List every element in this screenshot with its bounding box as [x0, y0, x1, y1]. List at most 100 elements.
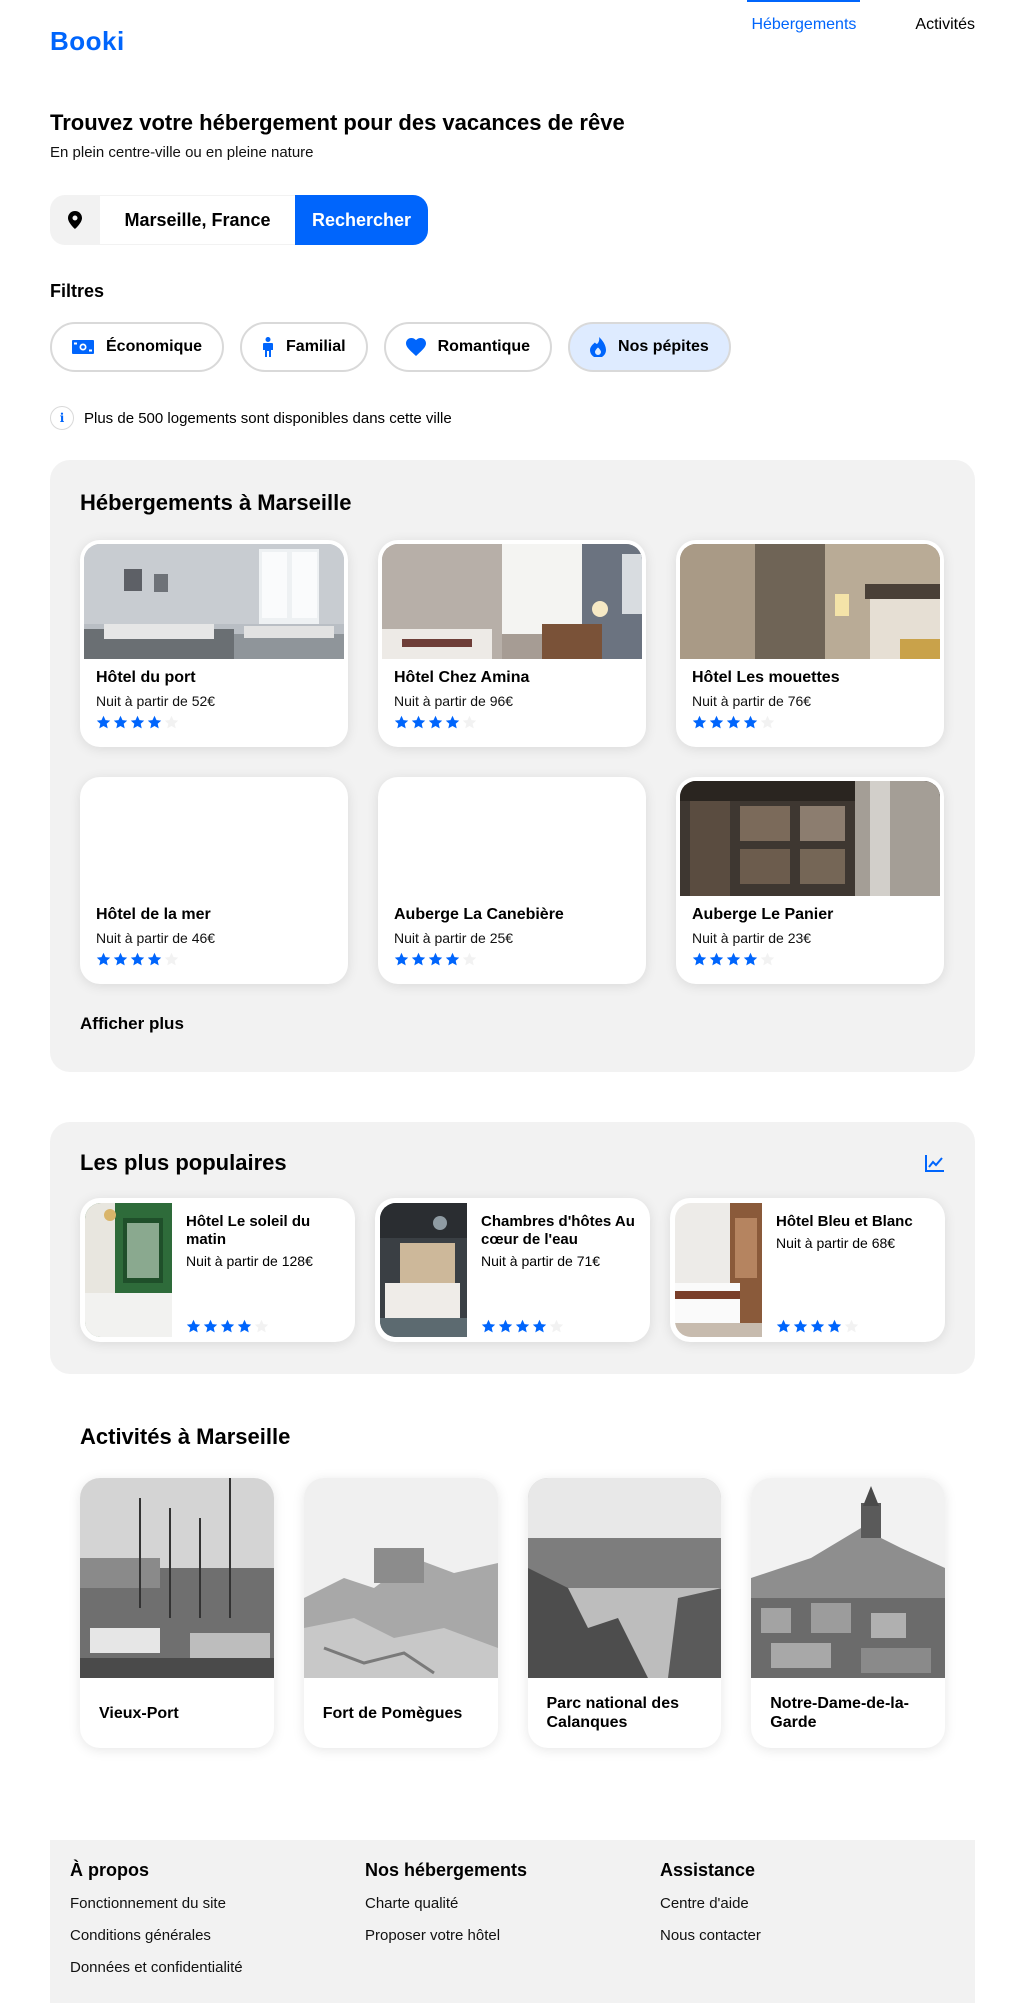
popular-card[interactable]: Hôtel Bleu et Blanc Nuit à partir de 68€	[670, 1198, 945, 1342]
filter-nos-pepites[interactable]: Nos pépites	[568, 322, 731, 372]
activities-section: Activités à Marseille Vieux-Port Fort de…	[50, 1424, 975, 1748]
star-filled-icon	[445, 715, 460, 729]
popular-card[interactable]: Hôtel Le soleil du matin Nuit à partir d…	[80, 1198, 355, 1342]
footer-column-a-propos: À propos Fonctionnement du site Conditio…	[70, 1860, 365, 1983]
rating-stars	[394, 952, 630, 967]
rating-stars	[96, 952, 332, 967]
star-filled-icon	[827, 1319, 842, 1333]
hotel-name: Hôtel Chez Amina	[394, 669, 530, 686]
star-empty-icon	[254, 1319, 269, 1333]
filter-label: Romantique	[437, 338, 531, 355]
footer-link[interactable]: Charte qualité	[365, 1895, 660, 1912]
main-nav: Hébergements Activités	[747, 0, 975, 60]
filter-economique[interactable]: Économique	[50, 322, 225, 372]
search-button[interactable]: Rechercher	[295, 195, 428, 245]
popular-title: Les plus populaires	[80, 1150, 287, 1175]
footer-column-hebergements: Nos hébergements Charte qualité Proposer…	[365, 1860, 660, 1983]
star-empty-icon	[549, 1319, 564, 1333]
filter-label: Nos pépites	[618, 338, 709, 355]
footer-link[interactable]: Nous contacter	[660, 1927, 955, 1944]
show-more-link[interactable]: Afficher plus	[80, 1014, 945, 1034]
booki-logo[interactable]: Booki	[50, 26, 125, 57]
footer: À propos Fonctionnement du site Conditio…	[50, 1840, 975, 2003]
star-filled-icon	[515, 1319, 530, 1333]
star-filled-icon	[726, 715, 741, 729]
star-filled-icon	[428, 952, 443, 966]
star-filled-icon	[709, 952, 724, 966]
hotel-card[interactable]: Auberge La Canebière Nuit à partir de 25…	[378, 777, 646, 984]
person-icon	[263, 337, 274, 357]
star-filled-icon	[220, 1319, 235, 1333]
hotel-name: Hôtel Bleu et Blanc	[776, 1213, 913, 1230]
star-filled-icon	[130, 715, 145, 729]
footer-link[interactable]: Proposer votre hôtel	[365, 1927, 660, 1944]
activity-name: Fort de Pomègues	[322, 1704, 463, 1722]
activity-card[interactable]: Fort de Pomègues	[303, 1478, 498, 1748]
star-filled-icon	[498, 1319, 513, 1333]
hotel-name: Chambres d'hôtes Au cœur de l'eau	[481, 1213, 635, 1248]
hotels-section: Hébergements à Marseille Hôtel du port N…	[50, 460, 975, 1072]
filter-list: Économique Familial Romantique Nos pépit…	[50, 322, 975, 372]
footer-title: Assistance	[660, 1860, 756, 1880]
footer-link[interactable]: Conditions générales	[70, 1927, 365, 1944]
nav-item-activites[interactable]: Activités	[915, 0, 975, 60]
fire-icon	[590, 337, 607, 357]
star-filled-icon	[113, 952, 128, 966]
hotel-name: Hôtel de la mer	[96, 906, 211, 923]
star-filled-icon	[810, 1319, 825, 1333]
popular-list: Hôtel Le soleil du matin Nuit à partir d…	[80, 1198, 945, 1342]
hotel-card[interactable]: Hôtel de la mer Nuit à partir de 46€	[80, 777, 348, 984]
rating-stars	[692, 715, 928, 730]
filter-romantique[interactable]: Romantique	[383, 322, 553, 372]
hotel-grid: Hôtel du port Nuit à partir de 52€ Hôtel…	[80, 540, 945, 984]
hotels-title: Hébergements à Marseille	[80, 490, 352, 515]
hotel-price: Nuit à partir de 46€	[96, 930, 216, 946]
hotel-card[interactable]: Hôtel du port Nuit à partir de 52€	[80, 540, 348, 747]
star-empty-icon	[462, 952, 477, 966]
star-filled-icon	[743, 715, 758, 729]
activity-name: Parc national des Calanques	[546, 1695, 680, 1731]
footer-link[interactable]: Centre d'aide	[660, 1895, 955, 1912]
activity-photo	[527, 1478, 722, 1678]
hotel-photo	[84, 781, 344, 896]
star-empty-icon	[844, 1319, 859, 1333]
popular-card[interactable]: Chambres d'hôtes Au cœur de l'eau Nuit à…	[375, 1198, 650, 1342]
hotel-name: Hôtel Le soleil du matin	[186, 1213, 311, 1248]
hotel-price: Nuit à partir de 128€	[186, 1253, 313, 1269]
star-filled-icon	[96, 952, 111, 966]
star-filled-icon	[726, 952, 741, 966]
hotel-card[interactable]: Hôtel Les mouettes Nuit à partir de 76€	[676, 540, 944, 747]
footer-title: À propos	[70, 1860, 149, 1880]
activity-card[interactable]: Vieux-Port	[80, 1478, 274, 1748]
location-search-input[interactable]	[100, 195, 295, 245]
star-filled-icon	[130, 952, 145, 966]
activity-card[interactable]: Notre-Dame-de-la-Garde	[751, 1478, 945, 1748]
search-bar: Rechercher	[50, 195, 428, 245]
star-empty-icon	[462, 715, 477, 729]
star-empty-icon	[164, 715, 179, 729]
rating-stars	[692, 952, 928, 967]
trend-chart-icon	[925, 1155, 944, 1172]
activity-card[interactable]: Parc national des Calanques	[527, 1478, 722, 1748]
hotel-card[interactable]: Auberge Le Panier Nuit à partir de 23€	[676, 777, 944, 984]
star-filled-icon	[113, 715, 128, 729]
hotel-photo	[380, 1203, 467, 1337]
filter-familial[interactable]: Familial	[240, 322, 368, 372]
star-filled-icon	[692, 715, 707, 729]
nav-item-hebergements[interactable]: Hébergements	[747, 0, 861, 60]
star-empty-icon	[164, 952, 179, 966]
hotel-name: Auberge La Canebière	[394, 906, 564, 923]
star-filled-icon	[743, 952, 758, 966]
star-filled-icon	[96, 715, 111, 729]
footer-title: Nos hébergements	[365, 1860, 528, 1880]
star-filled-icon	[776, 1319, 791, 1333]
hotel-card[interactable]: Hôtel Chez Amina Nuit à partir de 96€	[378, 540, 646, 747]
rating-stars	[481, 1319, 564, 1334]
footer-link[interactable]: Données et confidentialité	[70, 1959, 365, 1976]
hotel-name: Hôtel du port	[96, 669, 196, 686]
star-empty-icon	[760, 715, 775, 729]
page: Booki Hébergements Activités Trouvez vot…	[0, 0, 1024, 2003]
hotel-photo	[680, 781, 940, 896]
footer-link[interactable]: Fonctionnement du site	[70, 1895, 365, 1912]
heart-icon	[405, 338, 426, 356]
